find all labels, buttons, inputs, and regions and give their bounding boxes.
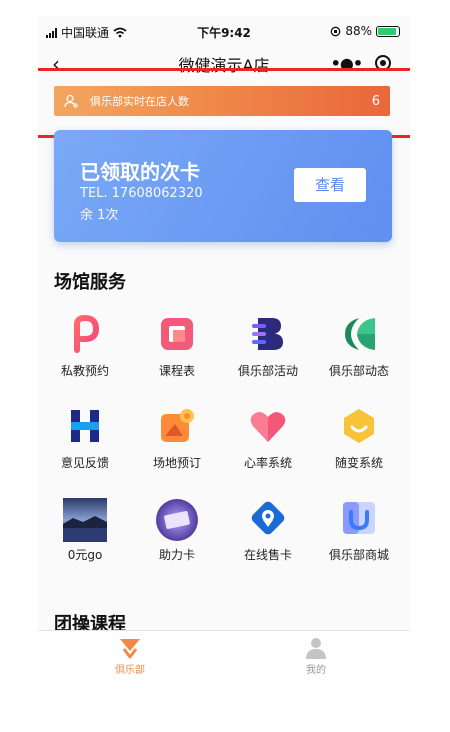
service-label: 随变系统 <box>334 456 383 470</box>
h-logo-icon <box>65 406 105 446</box>
close-target-icon[interactable] <box>375 55 392 71</box>
k-leaf-icon <box>339 314 379 354</box>
view-card-button[interactable]: 查看 <box>294 168 366 202</box>
battery-percent: 88% <box>345 24 372 38</box>
service-label: 课程表 <box>158 364 195 378</box>
nav-bar: ‹ 微健演示A店 •●• <box>38 46 410 80</box>
landscape-photo <box>63 498 107 542</box>
service-label: 场地预订 <box>152 456 201 470</box>
member-count-value: 6 <box>371 93 380 109</box>
miniprogram-capsule: •●• <box>324 50 398 76</box>
tab-bar: 俱乐部 我的 <box>38 630 410 680</box>
service-label: 在线售卡 <box>243 548 292 562</box>
service-item[interactable]: 心率系统 <box>223 406 313 471</box>
service-label: 俱乐部商城 <box>328 548 389 562</box>
card-photo <box>155 498 199 542</box>
venue-icon <box>157 406 197 446</box>
more-icon[interactable]: •●• <box>331 54 363 73</box>
service-label: 俱乐部动态 <box>328 364 389 378</box>
orientation-lock-icon <box>330 26 341 36</box>
pin-card-icon <box>248 498 288 538</box>
service-item[interactable]: 场地预订 <box>132 406 222 471</box>
smile-hexagon-icon <box>339 406 379 446</box>
service-item[interactable]: 在线售卡 <box>223 498 313 563</box>
user-icon <box>64 94 78 108</box>
phone-screen: 中国联通 下午9:42 88% ‹ 微健演示A店 •●• 俱乐部实时在店人数 6… <box>38 16 410 680</box>
tab-me[interactable]: 我的 <box>276 637 356 676</box>
service-item[interactable]: 俱乐部商城 <box>314 498 404 563</box>
services-section-title: 场馆服务 <box>54 272 126 293</box>
card-remaining: 余 1次 <box>80 208 119 223</box>
service-item[interactable]: 俱乐部活动 <box>223 314 313 379</box>
service-item[interactable]: 意见反馈 <box>40 406 130 471</box>
service-label: 助力卡 <box>158 548 195 562</box>
service-label: 意见反馈 <box>60 456 109 470</box>
p-logo-icon <box>65 314 105 354</box>
service-label: 0元go <box>67 548 103 562</box>
heart-icon <box>248 406 288 446</box>
punch-card-banner[interactable]: 已领取的次卡 TEL. 17608062320 余 1次 查看 <box>54 130 392 242</box>
service-item[interactable]: 0元go <box>40 498 130 563</box>
tab-club-label: 俱乐部 <box>115 665 145 676</box>
service-item[interactable]: 助力卡 <box>132 498 222 563</box>
status-bar: 中国联通 下午9:42 88% <box>38 16 410 46</box>
service-label: 私教预约 <box>60 364 109 378</box>
service-label: 心率系统 <box>243 456 292 470</box>
service-item[interactable]: 随变系统 <box>314 406 404 471</box>
member-count-bar[interactable]: 俱乐部实时在店人数 6 <box>54 86 390 116</box>
card-title: 已领取的次卡 <box>80 160 200 184</box>
service-item[interactable]: 私教预约 <box>40 314 130 379</box>
member-count-label: 俱乐部实时在店人数 <box>90 95 189 108</box>
service-item[interactable]: 俱乐部动态 <box>314 314 404 379</box>
tab-club[interactable]: 俱乐部 <box>90 637 170 676</box>
b-logo-icon <box>248 314 288 354</box>
shop-icon <box>339 498 379 538</box>
tab-me-label: 我的 <box>306 665 326 676</box>
battery-icon <box>376 25 400 37</box>
service-label: 俱乐部活动 <box>237 364 298 378</box>
service-item[interactable]: 课程表 <box>132 314 222 379</box>
club-tab-icon <box>118 637 142 659</box>
profile-tab-icon <box>304 637 328 659</box>
calendar-icon <box>157 314 197 354</box>
card-phone: TEL. 17608062320 <box>80 186 203 201</box>
